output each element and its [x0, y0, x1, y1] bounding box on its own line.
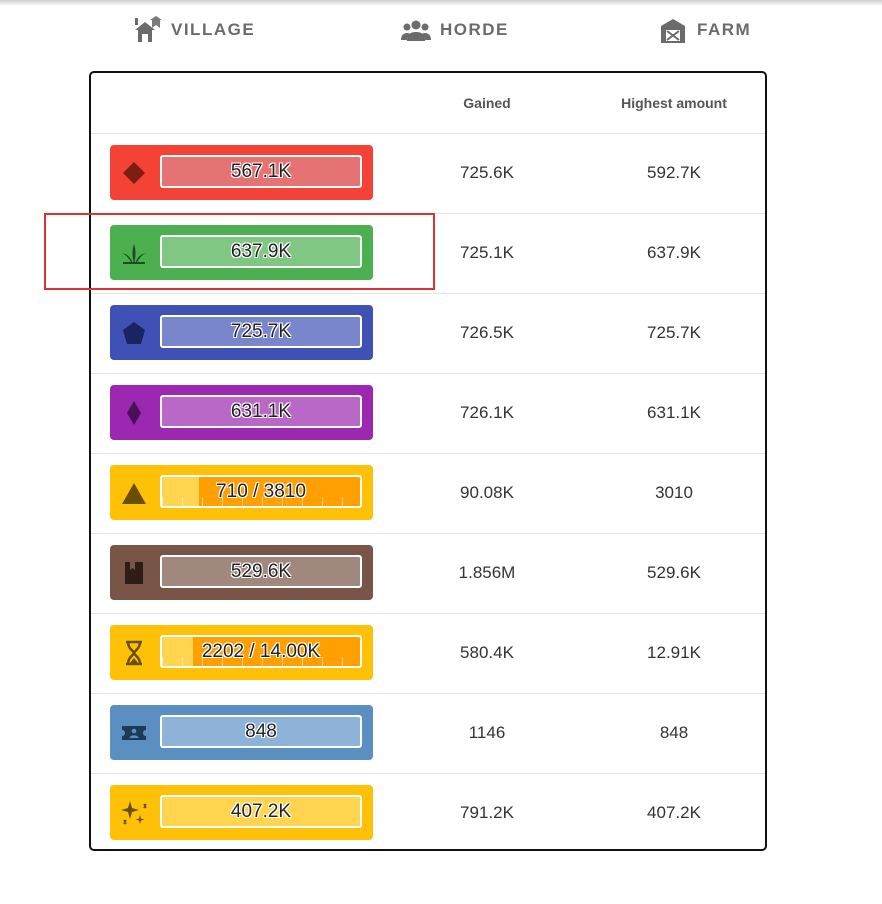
- resource-amount: 567.1K: [230, 161, 292, 182]
- sparkle-icon: [120, 799, 148, 827]
- people-icon: [401, 16, 431, 44]
- resource-chip[interactable]: 848: [110, 705, 373, 760]
- resource-bar: 567.1K: [160, 155, 362, 188]
- gained-value: 726.5K: [460, 323, 514, 342]
- table-row: 710 / 3810 90.08K 3010: [91, 453, 765, 534]
- tab-village-label: VILLAGE: [171, 20, 256, 39]
- hourglass-icon: [120, 639, 148, 667]
- resource-amount: 725.7K: [230, 321, 292, 342]
- resource-amount: 529.6K: [230, 561, 292, 582]
- resource-chip[interactable]: 710 / 3810: [110, 465, 373, 520]
- highest-value: 725.7K: [647, 323, 701, 342]
- top-shadow: [0, 0, 882, 6]
- table-row: 567.1K 725.6K 592.7K: [91, 133, 765, 214]
- table-row: 637.9K 725.1K 637.9K: [91, 213, 765, 294]
- resource-chip[interactable]: 2202 / 14.00K: [110, 625, 373, 680]
- resource-amount: 848: [245, 721, 277, 742]
- barn-icon: [658, 16, 688, 44]
- gained-value: 726.1K: [460, 403, 514, 422]
- gained-value: 90.08K: [460, 483, 514, 502]
- header-highest: Highest amount: [621, 95, 727, 111]
- highest-value: 631.1K: [647, 403, 701, 422]
- resource-chip[interactable]: 529.6K: [110, 545, 373, 600]
- header-gained: Gained: [463, 95, 511, 111]
- resource-amount: 710 / 3810: [216, 481, 306, 502]
- triangle-icon: [120, 479, 148, 507]
- highest-value: 592.7K: [647, 163, 701, 182]
- diamond-icon: [120, 159, 148, 187]
- gained-value: 580.4K: [460, 643, 514, 662]
- resource-bar: 407.2K: [160, 795, 362, 828]
- highest-value: 12.91K: [647, 643, 701, 662]
- highest-value: 407.2K: [647, 803, 701, 822]
- resource-bar: 529.6K: [160, 555, 362, 588]
- gained-value: 791.2K: [460, 803, 514, 822]
- resource-chip[interactable]: 407.2K: [110, 785, 373, 840]
- resource-amount: 2202 / 14.00K: [201, 641, 321, 662]
- table-row: 725.7K 726.5K 725.7K: [91, 293, 765, 374]
- resource-amount: 407.2K: [230, 801, 292, 822]
- tab-horde[interactable]: HORDE: [401, 12, 509, 48]
- resource-table: Gained Highest amount 567.1K 725.6K 592.7K…: [89, 71, 767, 851]
- highest-value: 848: [659, 723, 689, 742]
- bookmark-icon: [120, 559, 148, 587]
- resource-bar: 2202 / 14.00K: [160, 635, 362, 668]
- resource-bar: 848: [160, 715, 362, 748]
- resource-amount: 631.1K: [230, 401, 292, 422]
- resource-amount: 637.9K: [230, 241, 292, 262]
- tab-farm[interactable]: FARM: [658, 12, 751, 48]
- table-row: 407.2K 791.2K 407.2K: [91, 773, 765, 853]
- highest-value: 529.6K: [647, 563, 701, 582]
- tab-horde-label: HORDE: [440, 20, 509, 39]
- village-icon: [132, 16, 162, 44]
- resource-chip[interactable]: 725.7K: [110, 305, 373, 360]
- ticket-icon: [120, 719, 148, 747]
- gem-icon: [120, 399, 148, 427]
- resource-chip[interactable]: 631.1K: [110, 385, 373, 440]
- resource-chip[interactable]: 567.1K: [110, 145, 373, 200]
- table-row: 2202 / 14.00K 580.4K 12.91K: [91, 613, 765, 694]
- top-nav: VILLAGE HORDE FARM: [0, 12, 882, 48]
- gained-value: 725.6K: [460, 163, 514, 182]
- resource-bar: 631.1K: [160, 395, 362, 428]
- tab-farm-label: FARM: [697, 20, 752, 39]
- resource-chip[interactable]: 637.9K: [110, 225, 373, 280]
- table-header: Gained Highest amount: [91, 73, 765, 134]
- table-row: 848 1146 848: [91, 693, 765, 774]
- gained-value: 725.1K: [460, 243, 514, 262]
- resource-bar: 725.7K: [160, 315, 362, 348]
- pentagon-icon: [120, 319, 148, 347]
- gained-value: 1.856M: [458, 563, 516, 582]
- gained-value: 1146: [468, 723, 506, 742]
- resource-bar: 637.9K: [160, 235, 362, 268]
- table-row: 631.1K 726.1K 631.1K: [91, 373, 765, 454]
- table-row: 529.6K 1.856M 529.6K: [91, 533, 765, 614]
- tab-village[interactable]: VILLAGE: [132, 12, 255, 48]
- resource-bar: 710 / 3810: [160, 475, 362, 508]
- highest-value: 3010: [655, 483, 693, 502]
- highest-value: 637.9K: [647, 243, 701, 262]
- grass-icon: [120, 239, 148, 267]
